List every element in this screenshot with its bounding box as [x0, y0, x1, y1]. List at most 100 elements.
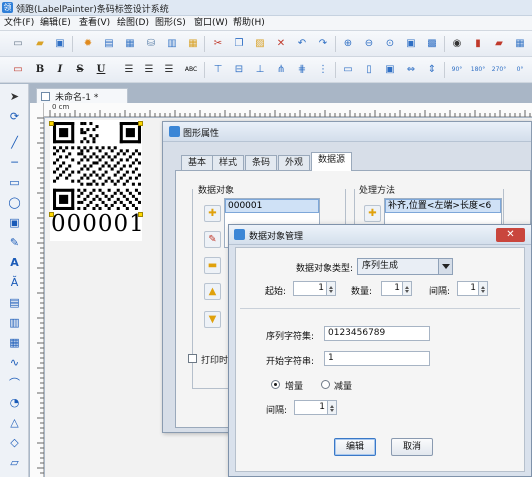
line-tool-2-icon[interactable]: ─ [6, 154, 23, 171]
new-file-icon[interactable]: ▭ [10, 36, 26, 52]
decrement-radio[interactable] [321, 380, 330, 389]
charset-input[interactable]: 0123456789 [324, 326, 430, 341]
layer-icon[interactable]: ▰ [491, 36, 507, 52]
menu-file[interactable]: 文件(F) [4, 17, 34, 30]
chevron-down-icon[interactable] [438, 259, 452, 274]
print-preview-icon[interactable]: ▤ [101, 36, 117, 52]
open-folder-icon[interactable]: ▰ [32, 36, 48, 52]
database-icon[interactable]: ⛁ [143, 36, 159, 52]
strikethrough-button[interactable]: S [72, 62, 88, 78]
zoom-actual-icon[interactable]: ▩ [424, 36, 440, 52]
redo-icon[interactable]: ↷ [315, 36, 331, 52]
art-text-tool-icon[interactable]: Ă [6, 274, 23, 291]
diamond-tool-icon[interactable]: ◇ [6, 434, 23, 451]
align-vcenter-icon[interactable]: ⋔ [273, 62, 289, 78]
line-tool-icon[interactable]: ╱ [6, 134, 23, 151]
undo-icon[interactable]: ↶ [294, 36, 310, 52]
menu-view[interactable]: 查看(V) [79, 17, 110, 30]
align-top-icon[interactable]: ⊤ [210, 62, 226, 78]
step-spinner[interactable] [328, 400, 337, 415]
rotate-90-button[interactable]: 90° [449, 62, 465, 78]
align-center-icon[interactable]: ☰ [141, 62, 157, 78]
align-bottom-icon[interactable]: ⊥ [252, 62, 268, 78]
font-icon[interactable]: ▭ [10, 62, 26, 78]
menu-shape[interactable]: 图形(S) [155, 17, 186, 30]
selection-handle[interactable] [49, 212, 54, 217]
move-down-icon[interactable]: ▼ [204, 311, 221, 328]
cancel-button[interactable]: 取消 [391, 438, 433, 456]
center-h-icon[interactable]: ⇔ [403, 62, 419, 78]
rotate-0-button[interactable]: 0° [512, 62, 528, 78]
tab-appearance[interactable]: 外观 [278, 155, 311, 170]
preview-eye-icon[interactable]: ◉ [449, 36, 465, 52]
start-input[interactable]: 1 [293, 281, 327, 296]
text-tool-icon[interactable]: A [6, 254, 23, 271]
save-icon[interactable]: ▣ [52, 36, 68, 52]
bold-button[interactable]: B [32, 62, 48, 78]
image-tool-icon[interactable]: ▣ [6, 214, 23, 231]
print-icon[interactable]: ▦ [122, 36, 138, 52]
paste-icon[interactable]: ▨ [252, 36, 268, 52]
remove-data-object-icon[interactable]: ▬ [204, 257, 221, 274]
increment-radio[interactable] [271, 380, 280, 389]
grid-icon[interactable]: ▦ [512, 36, 528, 52]
center-v-icon[interactable]: ⇕ [424, 62, 440, 78]
tab-data-source[interactable]: 数据源 [311, 152, 353, 171]
start-string-input[interactable]: 1 [324, 351, 430, 366]
interval-spinner[interactable] [479, 281, 488, 296]
same-width-icon[interactable]: ▭ [340, 62, 356, 78]
settings-gear-icon[interactable]: ✹ [80, 36, 96, 52]
menu-help[interactable]: 帮助(H) [233, 17, 265, 30]
edit-button[interactable]: 编辑 [334, 438, 376, 456]
data-source-icon[interactable]: ▥ [164, 36, 180, 52]
distribute-v-icon[interactable]: ⋮ [315, 62, 331, 78]
add-processing-icon[interactable]: ✚ [364, 205, 381, 222]
start-spinner[interactable] [327, 281, 336, 296]
lock-icon[interactable]: ▮ [470, 36, 486, 52]
polyline-tool-icon[interactable]: ⌒ [6, 374, 23, 391]
selection-handle[interactable] [138, 121, 143, 126]
image-frame-tool-icon[interactable]: ▦ [6, 334, 23, 351]
calculator-icon[interactable]: ▦ [185, 36, 201, 52]
selection-handle[interactable] [138, 212, 143, 217]
align-right-icon[interactable]: ☰ [161, 62, 177, 78]
vector-tool-icon[interactable]: ✎ [6, 234, 23, 251]
arc-tool-icon[interactable]: ◔ [6, 394, 23, 411]
tab-style[interactable]: 样式 [212, 155, 245, 170]
align-left-icon[interactable]: ☰ [121, 62, 137, 78]
rotate-270-button[interactable]: 270° [491, 62, 507, 78]
interval-input[interactable]: 1 [457, 281, 479, 296]
parallelogram-tool-icon[interactable]: ▱ [6, 454, 23, 471]
processing-list-item[interactable]: 补齐,位置<左端>长度<6 [385, 199, 501, 213]
char-spacing-button[interactable]: ABC [182, 62, 200, 78]
ellipse-tool-icon[interactable]: ◯ [6, 194, 23, 211]
delete-icon[interactable]: ✕ [273, 36, 289, 52]
dom-dialog-titlebar[interactable]: 数据对象管理 ✕ [229, 225, 531, 245]
rotate-180-button[interactable]: 180° [470, 62, 486, 78]
align-middle-icon[interactable]: ⊟ [231, 62, 247, 78]
selection-handle[interactable] [49, 121, 54, 126]
copy-icon[interactable]: ❐ [231, 36, 247, 52]
add-data-object-icon[interactable]: ✚ [204, 205, 221, 222]
rich-text-tool-icon[interactable]: ▤ [6, 294, 23, 311]
zoom-in-icon[interactable]: ⊕ [340, 36, 356, 52]
qr-code-graphic[interactable] [53, 122, 141, 210]
cut-icon[interactable]: ✂ [210, 36, 226, 52]
same-size-icon[interactable]: ▣ [382, 62, 398, 78]
underline-button[interactable]: U [93, 62, 109, 78]
data-object-type-select[interactable]: 序列生成 [357, 258, 453, 275]
menu-draw[interactable]: 绘图(D) [117, 17, 149, 30]
zoom-fit-icon[interactable]: ⊙ [382, 36, 398, 52]
tab-barcode[interactable]: 条码 [245, 155, 278, 170]
properties-dialog-titlebar[interactable]: 图形属性 [163, 122, 531, 142]
count-input[interactable]: 1 [381, 281, 403, 296]
step-input[interactable]: 1 [294, 400, 328, 415]
italic-button[interactable]: I [52, 62, 68, 78]
menu-window[interactable]: 窗口(W) [194, 17, 228, 30]
close-icon[interactable]: ✕ [496, 228, 525, 242]
curve-tool-icon[interactable]: ∿ [6, 354, 23, 371]
barcode-tool-icon[interactable]: ▥ [6, 314, 23, 331]
menu-edit[interactable]: 编辑(E) [40, 17, 71, 30]
same-height-icon[interactable]: ▯ [361, 62, 377, 78]
print-option-checkbox[interactable] [188, 354, 197, 363]
